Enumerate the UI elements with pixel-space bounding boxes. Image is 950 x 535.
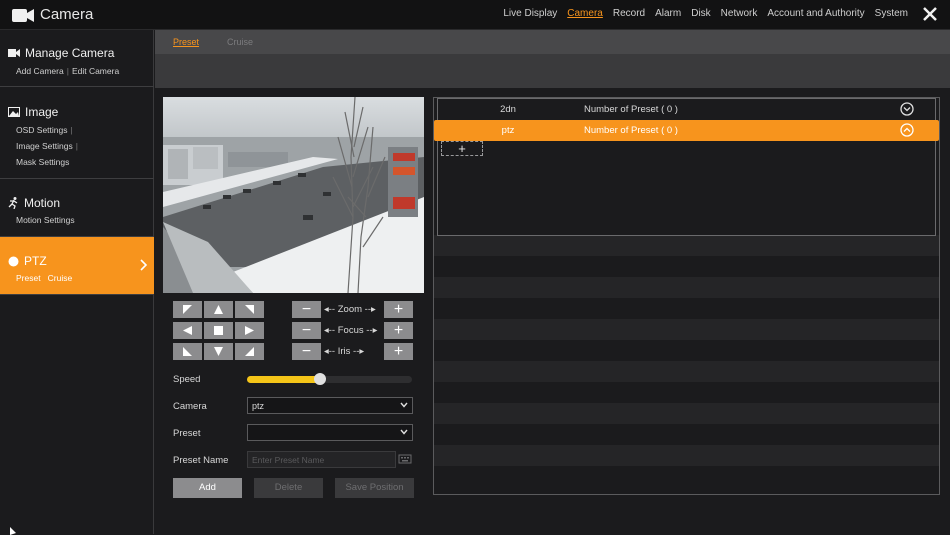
- chevron-down-icon: [400, 429, 408, 435]
- sidebar-title-manage-camera: Manage Camera: [25, 46, 115, 60]
- ptz-down-button[interactable]: [204, 343, 233, 360]
- collapse-chevron-icon[interactable]: [900, 123, 914, 137]
- preset-group-count: Number of Preset ( 0 ): [584, 104, 678, 115]
- preset-select[interactable]: [247, 424, 413, 441]
- focus-label: Focus: [337, 325, 364, 336]
- sidebar-title-motion: Motion: [24, 196, 61, 210]
- ptz-dome-icon: [8, 256, 19, 266]
- zoom-label: Zoom: [337, 304, 363, 315]
- separator: |: [66, 66, 69, 76]
- link-motion-settings[interactable]: Motion Settings: [16, 215, 75, 225]
- ptz-stop-button[interactable]: [204, 322, 233, 339]
- live-video-preview: [163, 97, 424, 293]
- nav-record[interactable]: Record: [613, 8, 645, 19]
- link-add-camera[interactable]: Add Camera: [16, 66, 64, 76]
- link-mask-settings[interactable]: Mask Settings: [16, 157, 69, 167]
- preset-group-name: ptz: [501, 125, 515, 136]
- video-camera-icon: [12, 9, 34, 22]
- ptz-up-right-button[interactable]: [235, 301, 264, 318]
- speed-slider[interactable]: [247, 373, 412, 385]
- header-strip: [155, 54, 950, 88]
- focus-plus-button[interactable]: +: [384, 322, 413, 339]
- iris-plus-button[interactable]: +: [384, 343, 413, 360]
- arrow-down-icon: [214, 347, 223, 356]
- running-person-icon: [8, 197, 18, 209]
- add-preset-button[interactable]: +: [441, 141, 483, 156]
- arrow-right-icon: [245, 326, 254, 335]
- ptz-up-left-button[interactable]: [173, 301, 202, 318]
- link-image-settings[interactable]: Image Settings: [16, 141, 73, 151]
- expand-chevron-icon[interactable]: [900, 102, 914, 116]
- add-button[interactable]: Add: [173, 478, 242, 498]
- preset-name-input[interactable]: Enter Preset Name: [247, 451, 396, 468]
- top-navigation: Live Display Camera Record Alarm Disk Ne…: [503, 8, 908, 19]
- image-icon: [8, 107, 20, 117]
- speed-slider-fill: [247, 376, 320, 383]
- chevron-right-icon: [140, 259, 148, 271]
- camera-label: Camera: [173, 401, 207, 412]
- camera-icon: [8, 49, 20, 57]
- nav-network[interactable]: Network: [721, 8, 758, 19]
- ptz-down-left-button[interactable]: [173, 343, 202, 360]
- app-title: Camera: [40, 6, 94, 23]
- keyboard-icon[interactable]: [398, 452, 412, 466]
- preset-group-name: 2dn: [500, 104, 516, 115]
- iris-minus-button[interactable]: −: [292, 343, 321, 360]
- arrow-up-icon: [214, 305, 223, 314]
- sidebar-section-ptz[interactable]: PTZ Preset Cruise: [0, 237, 154, 295]
- ptz-right-button[interactable]: [235, 322, 264, 339]
- separator: |: [70, 125, 73, 135]
- link-edit-camera[interactable]: Edit Camera: [72, 66, 119, 76]
- arrow-left-icon: [183, 326, 192, 335]
- iris-label: Iris: [337, 346, 351, 357]
- link-osd-settings[interactable]: OSD Settings: [16, 125, 68, 135]
- nav-camera[interactable]: Camera: [567, 8, 603, 19]
- nav-account-and-authority[interactable]: Account and Authority: [767, 8, 864, 19]
- ptz-up-button[interactable]: [204, 301, 233, 318]
- sidebar: Manage Camera Add Camera | Edit Camera Ima…: [0, 30, 154, 534]
- arrow-up-left-icon: [183, 305, 192, 314]
- nav-live-display[interactable]: Live Display: [503, 8, 557, 19]
- close-icon[interactable]: [922, 6, 938, 22]
- speed-label: Speed: [173, 374, 201, 385]
- camera-select[interactable]: ptz: [247, 397, 413, 414]
- sub-tab-bar: Preset Cruise: [155, 30, 950, 54]
- nav-system[interactable]: System: [875, 8, 908, 19]
- link-cruise[interactable]: Cruise: [48, 273, 73, 283]
- sidebar-section-manage-camera[interactable]: Manage Camera Add Camera | Edit Camera: [0, 30, 154, 87]
- arrow-up-right-icon: [245, 305, 254, 314]
- camera-select-value: ptz: [252, 401, 265, 411]
- top-bar: Camera Live Display Camera Record Alarm …: [0, 0, 950, 30]
- preset-group-count: Number of Preset ( 0 ): [584, 125, 678, 136]
- sidebar-title-image: Image: [25, 105, 59, 119]
- ptz-left-button[interactable]: [173, 322, 202, 339]
- tab-preset[interactable]: Preset: [173, 37, 199, 47]
- arrow-down-right-icon: [245, 347, 254, 356]
- chevron-down-icon: [400, 402, 408, 408]
- save-position-button[interactable]: Save Position: [335, 478, 414, 498]
- tab-cruise[interactable]: Cruise: [227, 37, 253, 47]
- stop-icon: [214, 326, 223, 335]
- delete-button[interactable]: Delete: [254, 478, 323, 498]
- nav-alarm[interactable]: Alarm: [655, 8, 681, 19]
- ptz-down-right-button[interactable]: [235, 343, 264, 360]
- arrow-down-left-icon: [183, 347, 192, 356]
- preset-name-label: Preset Name: [173, 455, 229, 466]
- preset-group-row-selected[interactable]: ptz Number of Preset ( 0 ): [434, 120, 939, 141]
- preset-label: Preset: [173, 428, 201, 439]
- nav-disk[interactable]: Disk: [691, 8, 710, 19]
- sidebar-title-ptz: PTZ: [24, 254, 47, 268]
- speed-slider-handle[interactable]: [313, 373, 326, 385]
- video-frame-image: [163, 97, 424, 293]
- zoom-in-button[interactable]: +: [384, 301, 413, 318]
- sidebar-section-image[interactable]: Image OSD Settings | Image Settings | Mask…: [0, 87, 154, 179]
- focus-minus-button[interactable]: −: [292, 322, 321, 339]
- preset-group-row[interactable]: 2dn Number of Preset ( 0 ): [434, 99, 939, 120]
- separator: |: [75, 141, 78, 151]
- link-preset[interactable]: Preset: [16, 273, 41, 283]
- sidebar-section-motion[interactable]: Motion Motion Settings: [0, 179, 154, 237]
- zoom-out-button[interactable]: −: [292, 301, 321, 318]
